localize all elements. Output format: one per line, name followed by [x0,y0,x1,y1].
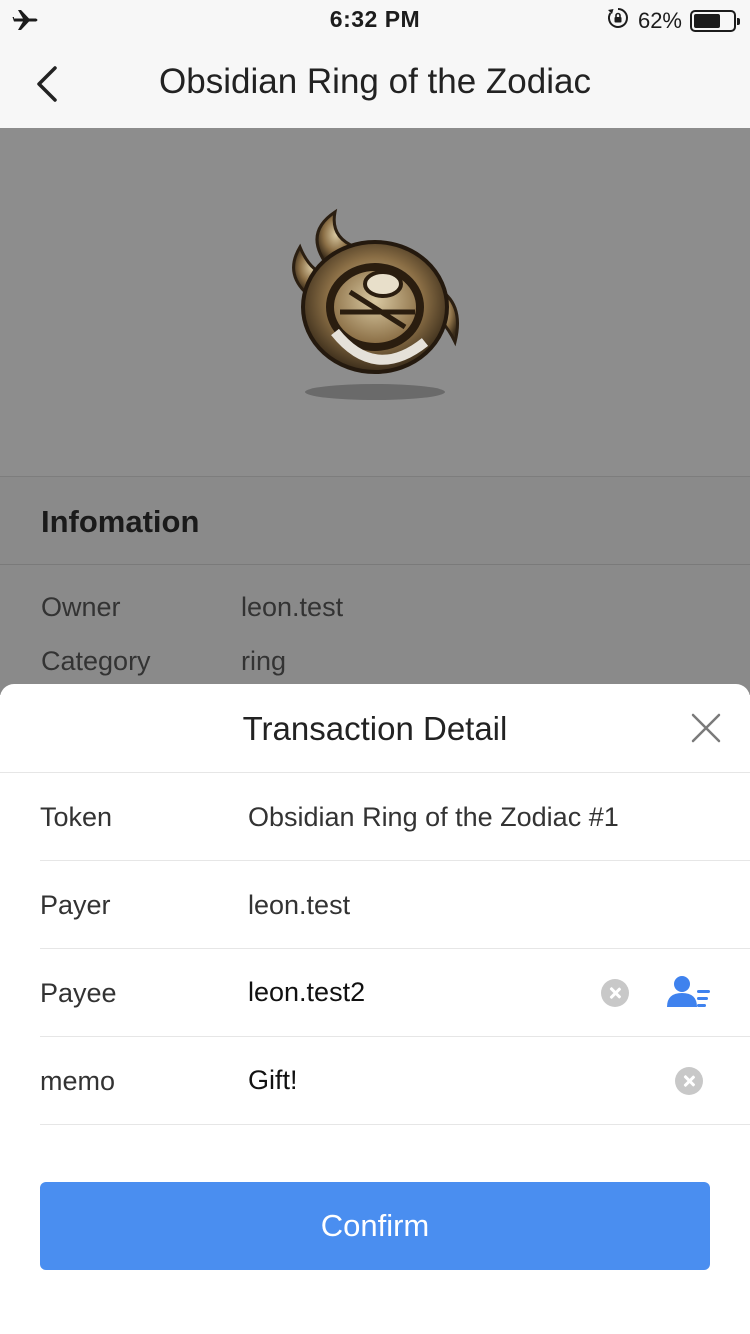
close-icon [691,713,721,743]
payee-label: Payee [40,978,117,1008]
info-row-category: Category ring [41,646,286,677]
token-row: Token Obsidian Ring of the Zodiac #1 [40,773,750,861]
info-row-owner: Owner leon.test [41,592,343,623]
payer-value: leon.test [248,890,351,920]
battery-percent: 62% [637,8,682,33]
payee-input[interactable] [248,975,578,1009]
token-image [0,128,750,476]
token-label: Token [40,802,113,832]
battery-icon [690,10,740,32]
battery-fill [694,14,721,28]
nav-bar: Obsidian Ring of the Zodiac [0,40,750,128]
ring-icon [292,208,459,400]
memo-input[interactable] [248,1063,578,1097]
payer-label: Payer [40,890,111,920]
memo-label: memo [40,1066,116,1096]
confirm-button[interactable]: Confirm [40,1182,710,1270]
info-title: Infomation [41,504,200,539]
contact-list-icon [667,976,710,1007]
info-key: Category [41,646,151,676]
rotation-lock-icon [606,6,630,36]
info-section: Owner leon.test Category ring [0,565,750,695]
token-value: Obsidian Ring of the Zodiac #1 [248,802,619,832]
contacts-button[interactable] [666,973,714,1013]
memo-row: memo [40,1037,750,1125]
payee-row: Payee [40,949,750,1037]
info-section-header: Infomation [0,476,750,565]
info-key: Owner [41,592,121,622]
clear-memo-button[interactable] [675,1067,703,1095]
close-button[interactable] [690,712,722,744]
payer-row: Payer leon.test [40,861,750,949]
status-bar: 6:32 PM 62% [0,0,750,40]
page-title: Obsidian Ring of the Zodiac [159,62,591,101]
clear-payee-button[interactable] [601,979,629,1007]
info-value: ring [241,646,287,676]
sheet-title: Transaction Detail [242,710,508,747]
status-right: 62% [606,6,740,36]
sheet-header: Transaction Detail [0,684,750,773]
info-value: leon.test [241,592,344,622]
